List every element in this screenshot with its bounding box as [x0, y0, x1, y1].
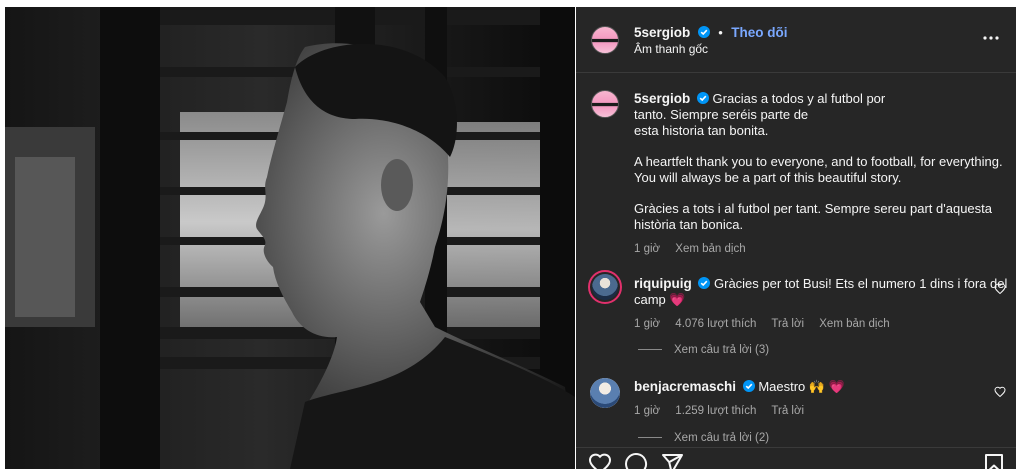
comment-like-heart-icon[interactable] [994, 282, 1006, 295]
caption-catalan-2: història tan bonica. [634, 217, 744, 232]
comment-username[interactable]: riquipuig [634, 276, 692, 291]
comment-text-1: Maestro [758, 379, 806, 394]
caption: 5sergiob Gracias a todos y al futbol por… [634, 91, 1004, 257]
photo-monochrome-portrait [5, 7, 575, 469]
post-action-bar [576, 447, 1016, 469]
original-audio-link[interactable]: Âm thanh gốc [634, 42, 708, 56]
comment-text-1: Gràcies per tot Busi! Ets el numero 1 di… [714, 276, 1008, 291]
caption-line-3: esta historia tan bonita. [634, 123, 769, 138]
caption-line-2: tanto. Siempre seréis parte de [634, 107, 809, 122]
comment-like-heart-icon[interactable] [994, 385, 1006, 398]
bookmark-icon[interactable] [982, 452, 1006, 469]
caption-author-avatar[interactable] [591, 90, 619, 118]
caption-catalan-1: Gràcies a tots i al futbol per tant. Sem… [634, 201, 993, 216]
verified-badge-icon [742, 380, 755, 392]
view-replies-label: Xem câu trả lời (2) [674, 432, 770, 444]
header-separator: • [718, 25, 723, 40]
heart-icon[interactable] [588, 452, 612, 469]
caption-english-2: You will always be a part of this beauti… [634, 170, 902, 185]
comment-avatar-riquipuig[interactable] [588, 270, 622, 304]
comment-username[interactable]: benjacremaschi [634, 379, 736, 394]
author-username[interactable]: 5sergiob [634, 25, 690, 40]
view-replies-label: Xem câu trả lời (3) [674, 344, 770, 356]
comment-text-2: camp [634, 292, 666, 307]
comment-time: 1 giờ [634, 405, 661, 417]
post-header: 5sergiob • Theo dõi Âm thanh gốc [576, 7, 1016, 73]
more-options-icon[interactable] [982, 29, 1000, 47]
header-user-row: 5sergiob • Theo dõi [634, 24, 787, 42]
comment-reply-button[interactable]: Trả lời [771, 318, 804, 330]
caption-english-1: A heartfelt thank you to everyone, and t… [634, 154, 1003, 169]
comment-reply-button[interactable]: Trả lời [771, 405, 804, 417]
caption-time: 1 giờ [634, 243, 661, 255]
comment-benjacremaschi: benjacremaschi Maestro 🙌 💗 1 giờ 1.259 l… [634, 379, 984, 419]
comment-icon[interactable] [624, 452, 648, 469]
comment-emoji: 💗 [669, 292, 686, 307]
post-photo[interactable] [5, 7, 575, 469]
comment-likes[interactable]: 4.076 lượt thích [675, 318, 756, 330]
comment-meta: 1 giờ 4.076 lượt thích Trả lời Xem bản d… [634, 316, 984, 332]
comment-time: 1 giờ [634, 318, 661, 330]
comment-emoji: 🙌 💗 [808, 379, 845, 394]
post-details-panel: 5sergiob • Theo dõi Âm thanh gốc 5sergio… [576, 7, 1016, 469]
comment-meta: 1 giờ 1.259 lượt thích Trả lời [634, 403, 984, 419]
verified-badge-icon [697, 26, 710, 38]
caption-line-1: Gracias a todos y al futbol por [712, 91, 886, 106]
comment-avatar-benjacremaschi[interactable] [590, 378, 620, 408]
caption-translate-link[interactable]: Xem bản dịch [675, 243, 745, 255]
follow-button[interactable]: Theo dõi [731, 25, 787, 40]
author-avatar[interactable] [591, 26, 619, 54]
view-replies-benjacremaschi[interactable]: Xem câu trả lời (2) [638, 432, 769, 444]
share-icon[interactable] [660, 452, 684, 469]
replies-divider [638, 349, 662, 351]
comment-riquipuig: riquipuig Gràcies per tot Busi! Ets el n… [634, 276, 1007, 332]
view-replies-riquipuig[interactable]: Xem câu trả lời (3) [638, 344, 769, 356]
replies-divider [638, 437, 662, 439]
caption-meta: 1 giờ Xem bản dịch [634, 241, 1004, 257]
verified-badge-icon [696, 92, 709, 104]
verified-badge-icon [698, 277, 711, 289]
post-viewer: 5sergiob • Theo dõi Âm thanh gốc 5sergio… [0, 0, 1020, 469]
caption-username[interactable]: 5sergiob [634, 91, 690, 106]
comment-translate-link[interactable]: Xem bản dịch [819, 318, 889, 330]
comment-likes[interactable]: 1.259 lượt thích [675, 405, 756, 417]
